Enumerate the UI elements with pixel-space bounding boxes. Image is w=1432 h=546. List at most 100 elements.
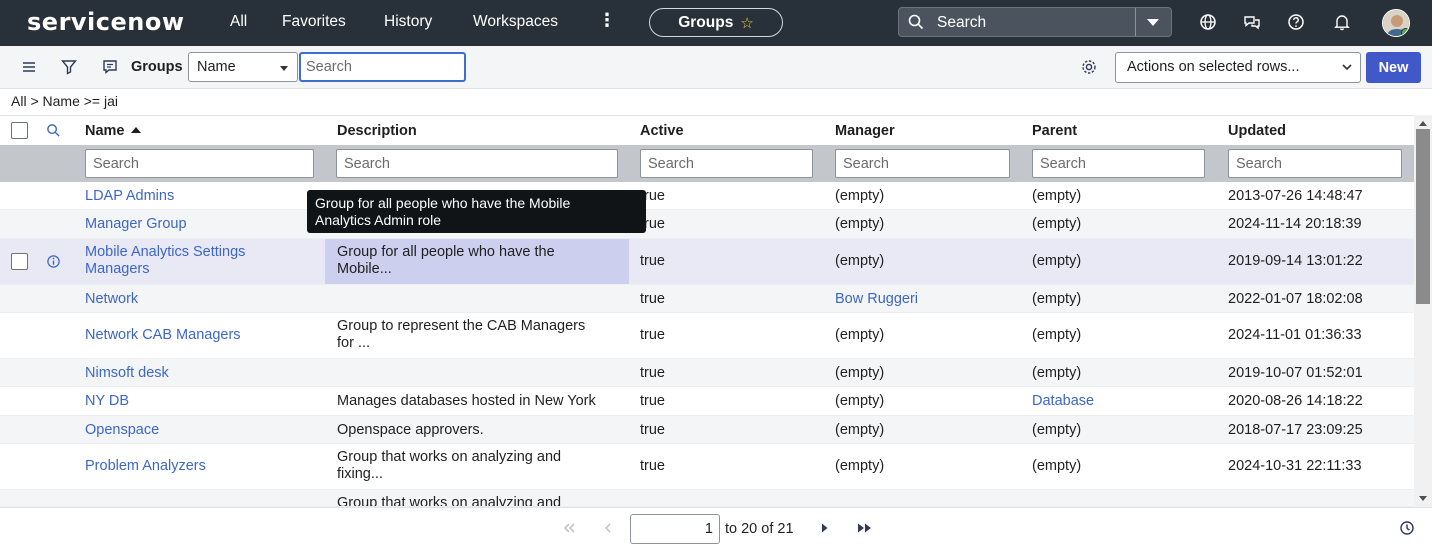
- column-header-description[interactable]: Description: [337, 123, 417, 139]
- table-row[interactable]: Problem Analyzers Group that works on an…: [0, 444, 1414, 490]
- filter-description-input[interactable]: Search: [336, 149, 618, 178]
- table-row-hovered[interactable]: Mobile Analytics Settings Managers Group…: [0, 239, 1414, 285]
- page-number-input[interactable]: 1: [630, 514, 720, 544]
- table-row[interactable]: Openspace Openspace approvers. true (emp…: [0, 416, 1414, 444]
- scroll-down-arrow-icon[interactable]: [1419, 496, 1427, 501]
- column-header-active[interactable]: Active: [640, 123, 684, 139]
- filter-name-input[interactable]: Search: [85, 149, 314, 178]
- list-search-input[interactable]: Search: [299, 52, 466, 82]
- favorite-star-icon[interactable]: ☆: [740, 14, 753, 32]
- nav-all[interactable]: All: [230, 13, 247, 31]
- table-row[interactable]: Manager Group true (empty) (empty) 2024-…: [0, 210, 1414, 239]
- table-row[interactable]: Network CAB Managers Group to represent …: [0, 313, 1414, 359]
- breadcrumb[interactable]: All > Name >= jai: [11, 93, 118, 109]
- first-page-icon[interactable]: [561, 521, 577, 535]
- chat-icon[interactable]: [1243, 13, 1261, 31]
- row-parent: (empty): [1032, 327, 1082, 343]
- filter-parent-input[interactable]: Search: [1032, 149, 1205, 178]
- scrollbar-thumb[interactable]: [1416, 129, 1430, 304]
- chevron-down-icon: [280, 66, 288, 71]
- list-title: Groups: [131, 59, 183, 75]
- row-manager: (empty): [835, 458, 885, 474]
- context-pill-groups[interactable]: Groups ☆: [649, 8, 783, 37]
- row-parent: (empty): [1032, 216, 1082, 232]
- row-manager: (empty): [835, 216, 885, 232]
- column-header-updated[interactable]: Updated: [1228, 123, 1286, 139]
- vertical-scrollbar[interactable]: [1414, 115, 1432, 507]
- nav-workspaces[interactable]: Workspaces: [473, 13, 558, 31]
- row-manager: (empty): [835, 393, 885, 409]
- description-tooltip: Group for all people who have the Mobile…: [307, 190, 646, 233]
- last-page-icon[interactable]: [857, 521, 873, 535]
- settings-gear-icon[interactable]: [1080, 58, 1098, 76]
- nav-favorites[interactable]: Favorites: [282, 13, 346, 31]
- table-row[interactable]: Nimsoft desk true (empty) (empty) 2019-1…: [0, 359, 1414, 387]
- row-name-link[interactable]: Network CAB Managers: [85, 327, 241, 344]
- nav-history[interactable]: History: [384, 13, 432, 31]
- table-row[interactable]: NY DB Manages databases hosted in New Yo…: [0, 387, 1414, 416]
- row-description-line2: Mobile...: [337, 261, 392, 277]
- row-active: true: [640, 393, 665, 409]
- more-menu-icon[interactable]: ⋮: [598, 10, 616, 31]
- row-select-checkbox[interactable]: [11, 253, 28, 270]
- global-search-placeholder: Search: [937, 14, 987, 31]
- global-search[interactable]: Search: [898, 7, 1172, 37]
- select-all-checkbox[interactable]: [11, 122, 28, 139]
- chevron-down-icon: [1342, 64, 1352, 71]
- column-header-manager[interactable]: Manager: [835, 123, 895, 139]
- info-icon[interactable]: [46, 254, 61, 269]
- search-field-value: Name: [197, 59, 236, 75]
- search-field-select[interactable]: Name: [188, 52, 298, 82]
- row-name-link[interactable]: Problem Analyzers: [85, 458, 206, 475]
- row-manager-link[interactable]: Bow Ruggeri: [835, 291, 918, 308]
- row-description-line2: fixing...: [337, 466, 383, 482]
- new-button[interactable]: New: [1366, 52, 1421, 83]
- filter-manager-input[interactable]: Search: [835, 149, 1010, 178]
- hamburger-menu-icon[interactable]: [20, 58, 38, 76]
- table-row[interactable]: Network true Bow Ruggeri (empty) 2022-01…: [0, 285, 1414, 313]
- row-description-line1: Group for all people who have the: [337, 244, 555, 260]
- row-name-link[interactable]: NY DB: [85, 393, 129, 410]
- row-active: true: [640, 458, 665, 474]
- row-parent-link[interactable]: Database: [1032, 393, 1094, 410]
- comment-icon[interactable]: [101, 58, 119, 76]
- filter-updated-input[interactable]: Search: [1228, 149, 1402, 178]
- column-search-icon[interactable]: [46, 123, 61, 138]
- row-name-link-line1[interactable]: Mobile Analytics Settings: [85, 244, 245, 261]
- context-pill-label: Groups: [678, 13, 734, 31]
- row-name-link[interactable]: Openspace: [85, 422, 159, 439]
- scroll-up-arrow-icon[interactable]: [1419, 121, 1427, 126]
- column-header-parent[interactable]: Parent: [1032, 123, 1077, 139]
- row-name-link-line2[interactable]: Managers: [85, 261, 149, 278]
- actions-select[interactable]: Actions on selected rows...: [1115, 52, 1361, 83]
- search-scope-dropdown-icon[interactable]: [1147, 19, 1159, 26]
- online-status-dot: [1401, 28, 1409, 36]
- user-avatar[interactable]: [1382, 9, 1410, 37]
- filter-icon[interactable]: [60, 58, 78, 76]
- column-header-name[interactable]: Name: [85, 123, 141, 139]
- notifications-bell-icon[interactable]: [1333, 13, 1351, 31]
- row-name-link[interactable]: Manager Group: [85, 216, 187, 233]
- row-updated: 2024-11-14 20:18:39: [1228, 216, 1362, 232]
- table-row-partial[interactable]: Group that works on analyzing and: [0, 490, 1414, 507]
- info-icon[interactable]: [1399, 520, 1415, 536]
- help-icon[interactable]: [1287, 13, 1305, 31]
- previous-page-icon[interactable]: [600, 521, 616, 535]
- row-parent: (empty): [1032, 253, 1082, 269]
- row-name-link[interactable]: Network: [85, 291, 138, 308]
- filter-active-input[interactable]: Search: [640, 149, 813, 178]
- globe-icon[interactable]: [1199, 13, 1217, 31]
- row-name-link[interactable]: LDAP Admins: [85, 188, 174, 205]
- description-cell-hovered[interactable]: Group for all people who have the Mobile…: [325, 239, 629, 284]
- row-updated: 2022-01-07 18:02:08: [1228, 291, 1363, 307]
- row-parent: (empty): [1032, 422, 1082, 438]
- next-page-icon[interactable]: [817, 521, 833, 535]
- row-name-link[interactable]: Nimsoft desk: [85, 365, 169, 382]
- row-manager: (empty): [835, 365, 885, 381]
- servicenow-logo[interactable]: servicenow: [27, 8, 185, 36]
- table-header: Name Description Active Manager Parent U…: [0, 115, 1414, 145]
- table-row[interactable]: LDAP Admins true (empty) (empty) 2013-07…: [0, 182, 1414, 210]
- pagination-range: to 20 of 21: [725, 521, 794, 537]
- row-description: Openspace approvers.: [337, 422, 484, 438]
- row-active: true: [640, 327, 665, 343]
